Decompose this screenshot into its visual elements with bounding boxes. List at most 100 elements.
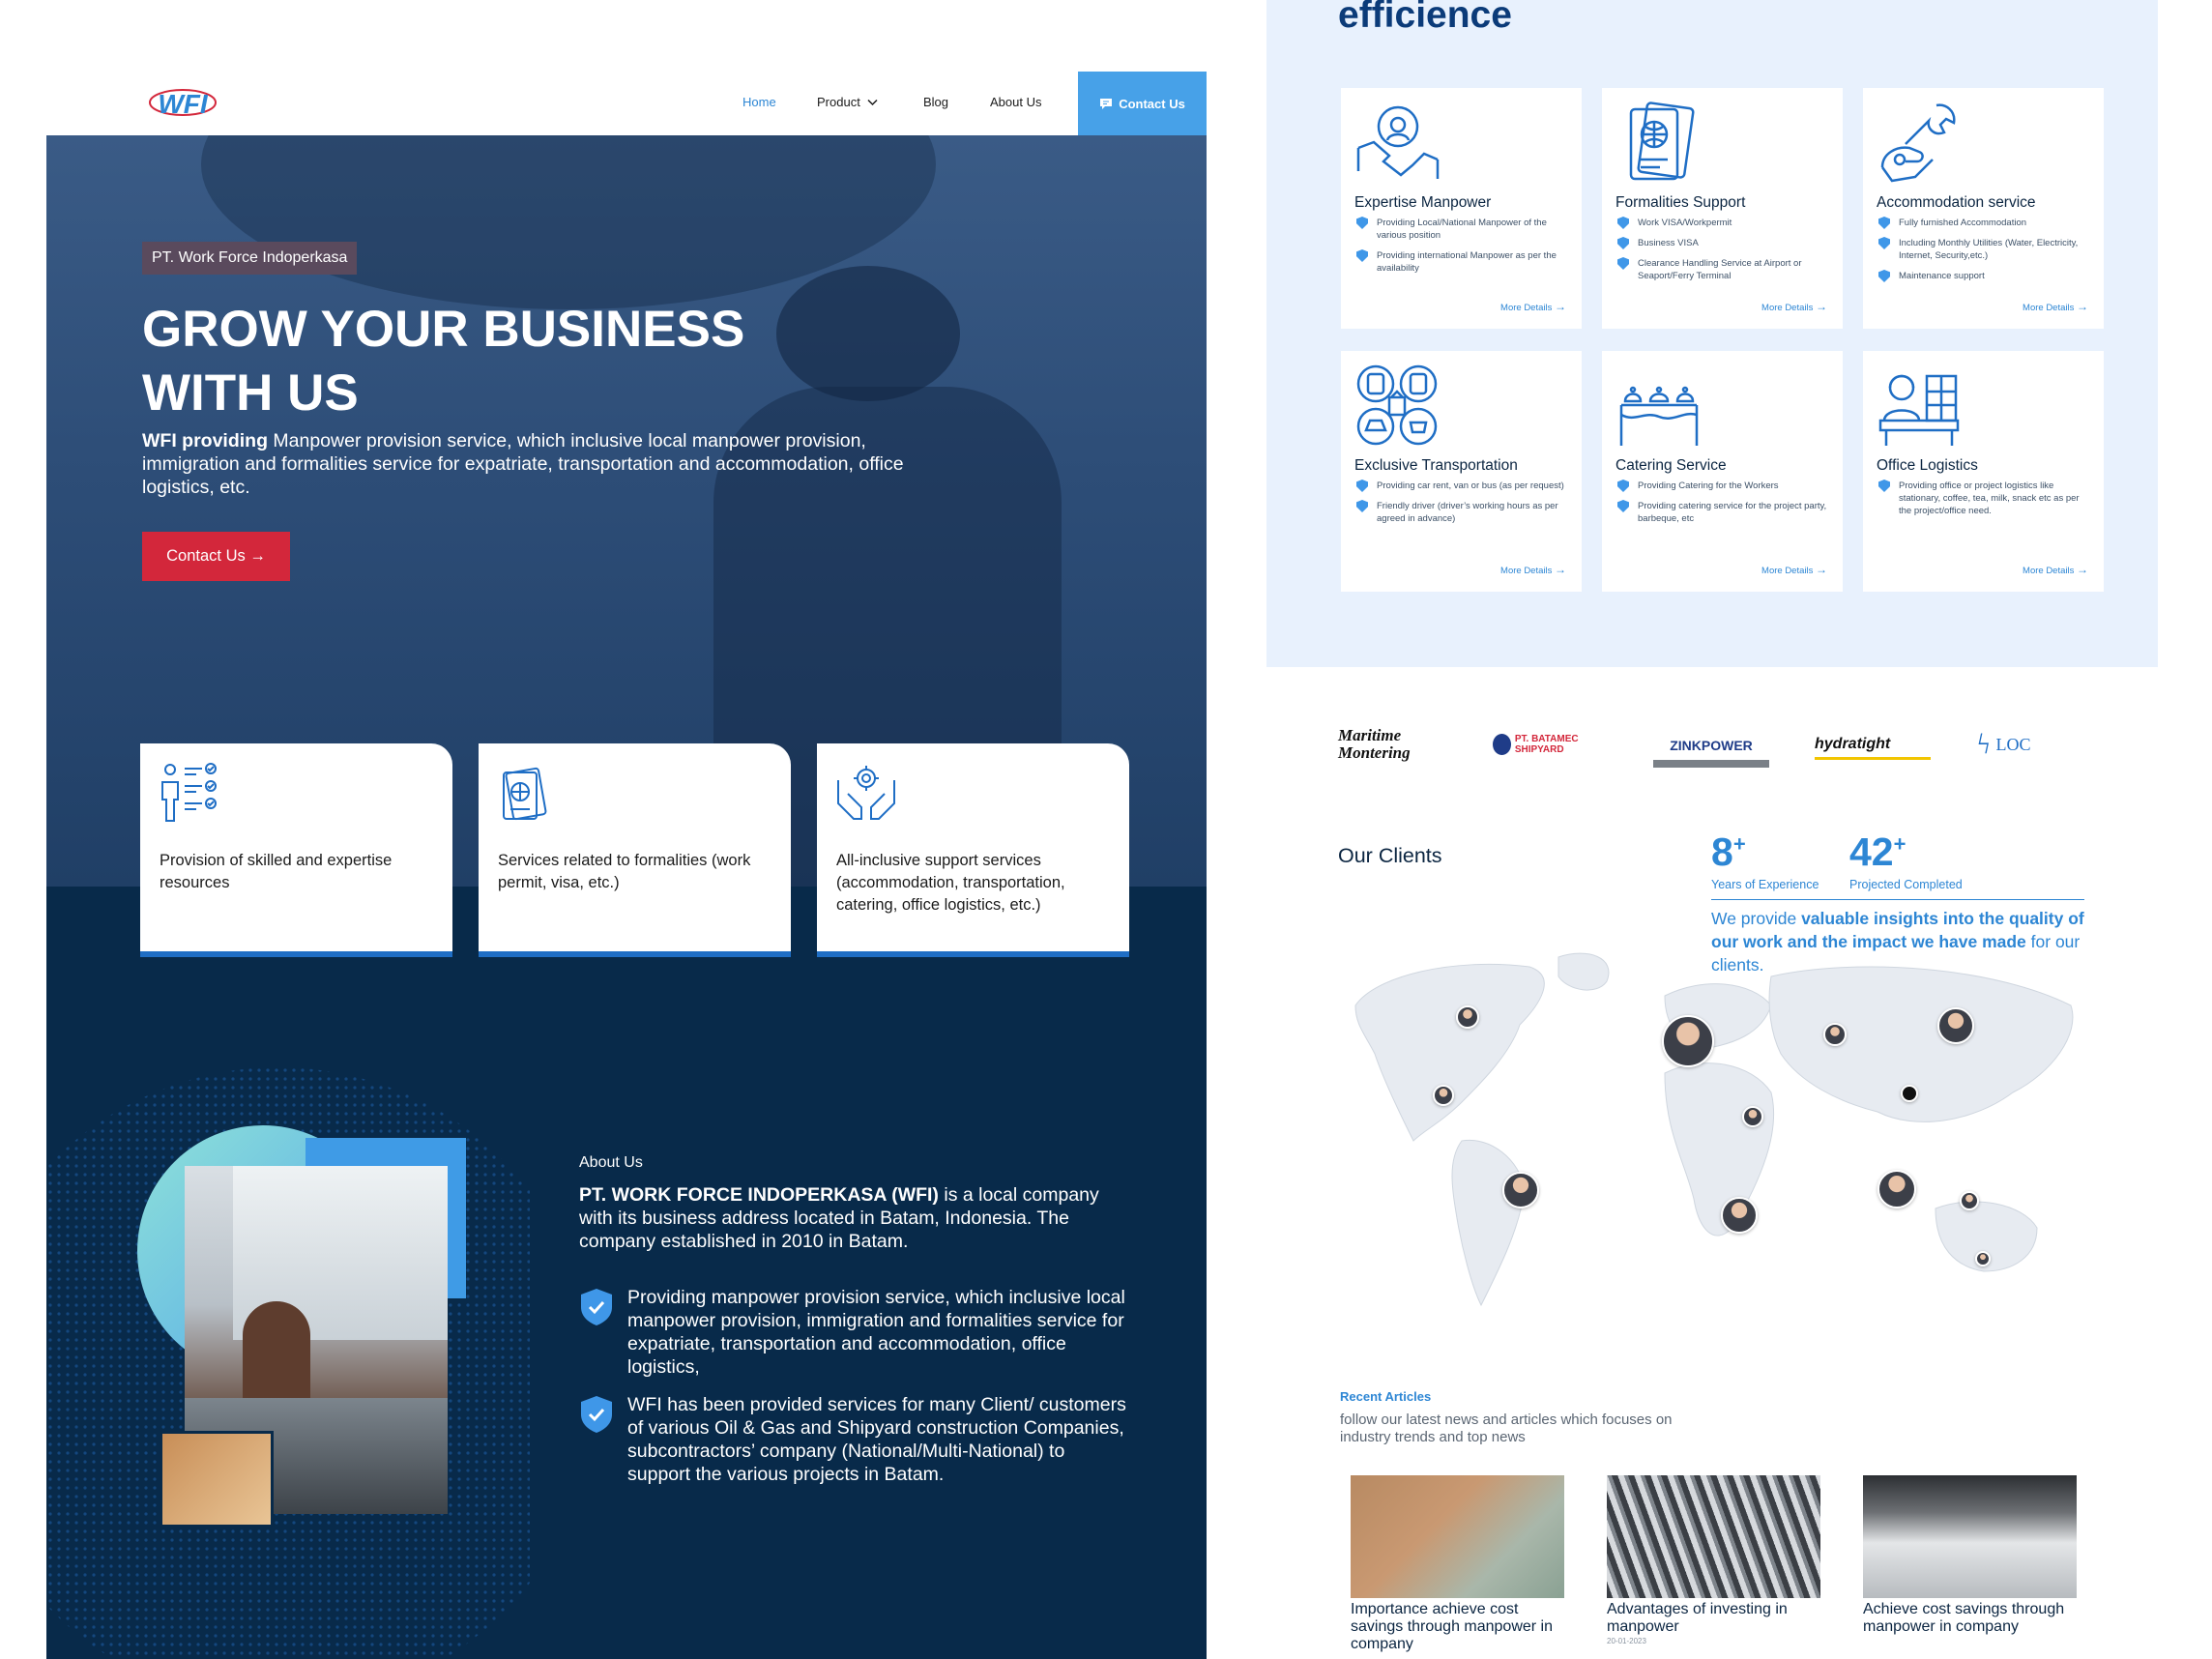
passport-icon [503, 767, 547, 821]
arrow-right-icon: → [2077, 300, 2088, 313]
passport-icon [1629, 102, 1695, 181]
service-card: Office Logistics Providing office or pro… [1863, 351, 2104, 592]
client-avatar[interactable] [1721, 1197, 1758, 1234]
feature-card: All-inclusive support services (accommod… [817, 743, 1129, 957]
hands-gear-icon [837, 766, 895, 820]
nav-home[interactable]: Home [742, 95, 776, 109]
hero-title: GROW YOUR BUSINESS WITH US [142, 301, 745, 422]
more-details-label: More Details [1761, 303, 1814, 313]
hero-badge: PT. Work Force Indoperkasa [142, 242, 358, 275]
service-points: Providing Local/National Manpower of the… [1354, 217, 1572, 282]
stats-divider [1711, 899, 2084, 900]
client-logo-loc[interactable]: ϟ LOC [1977, 717, 2093, 771]
shield-check-icon [581, 1396, 612, 1433]
more-details-link[interactable]: More Details → [1500, 563, 1566, 576]
client-logo-maritime[interactable]: Maritime Montering [1338, 717, 1452, 771]
article-card[interactable]: Advantages of investing in manpower 20-0… [1607, 1475, 1820, 1645]
service-point: Business VISA [1615, 237, 1833, 249]
contact-us-button[interactable]: Contact Us [1078, 72, 1207, 135]
about-point: Providing manpower provision service, wh… [579, 1286, 1130, 1379]
feature-text: Provision of skilled and expertise resou… [160, 852, 393, 891]
article-date: 20-01-2023 [1607, 1637, 1646, 1645]
client-avatar[interactable] [1456, 1005, 1479, 1029]
service-point: Clearance Handling Service at Airport or… [1615, 257, 1833, 282]
service-points: Providing car rent, van or bus (as per r… [1354, 480, 1572, 533]
bmc-badge [1493, 734, 1511, 755]
map-north-america [1354, 963, 1545, 1142]
service-point: Providing office or project logistics li… [1877, 480, 2094, 517]
more-details-link[interactable]: More Details → [2023, 300, 2088, 313]
our-clients-title: Our Clients [1338, 844, 1442, 867]
service-points: Providing office or project logistics li… [1877, 480, 2094, 525]
arrow-right-icon: → [2077, 563, 2088, 576]
contact-us-label: Contact Us [1119, 96, 1185, 111]
service-card: Exclusive Transportation Providing car r… [1341, 351, 1582, 592]
client-avatar[interactable] [1975, 1251, 1991, 1266]
arrow-right-icon: → [1816, 563, 1827, 576]
client-avatar[interactable] [1823, 1023, 1847, 1046]
hero-contact-button[interactable]: Contact Us → [142, 532, 290, 581]
wfi-logo[interactable]: WFI [147, 81, 218, 126]
feature-card: Provision of skilled and expertise resou… [140, 743, 452, 957]
loc-bolt-icon: ϟ [1977, 728, 1991, 760]
more-details-label: More Details [1500, 566, 1553, 576]
nav-about[interactable]: About Us [990, 95, 1041, 109]
more-details-link[interactable]: More Details → [2023, 563, 2088, 576]
service-point: Work VISA/Workpermit [1615, 217, 1833, 229]
client-avatar[interactable] [1742, 1106, 1763, 1127]
service-card: Accommodation service Fully furnished Ac… [1863, 88, 2104, 329]
service-card: Expertise Manpower Providing Local/Natio… [1341, 88, 1582, 329]
service-point: Fully furnished Accommodation [1877, 217, 2094, 229]
about-point-text: Providing manpower provision service, wh… [627, 1287, 1125, 1378]
map-asia [1768, 966, 2074, 1122]
arrow-right-icon: → [1555, 300, 1566, 313]
map-greenland [1557, 952, 1610, 991]
nav-product[interactable]: Product [817, 95, 878, 109]
map-south-america [1451, 1139, 1526, 1307]
feature-text: All-inclusive support services (accommod… [836, 852, 1065, 914]
client-avatar[interactable] [1901, 1085, 1918, 1102]
client-avatar[interactable] [1502, 1172, 1539, 1208]
client-avatar[interactable] [1433, 1085, 1454, 1106]
arrow-right-icon: → [1816, 300, 1827, 313]
about-point-text: WFI has been provided services for many … [627, 1394, 1126, 1485]
client-avatar[interactable] [1960, 1191, 1979, 1210]
client-logo-batamec[interactable]: PT. BATAMEC SHIPYARD [1493, 717, 1614, 771]
map-africa [1664, 1062, 1775, 1237]
about-company-bold: PT. WORK FORCE INDOPERKASA (WFI) [579, 1184, 939, 1206]
client-logo-hydratight[interactable]: hydratight [1815, 731, 1931, 760]
more-details-link[interactable]: More Details → [1761, 563, 1827, 576]
years-number: 8 [1711, 830, 1733, 874]
service-card: Formalities Support Work VISA/Workpermit… [1602, 88, 1843, 329]
nav-blog[interactable]: Blog [923, 95, 948, 109]
batamec-text: PT. BATAMEC SHIPYARD [1514, 734, 1579, 755]
handshake-gear-icon [1356, 105, 1440, 179]
article-image [1351, 1475, 1564, 1598]
article-card[interactable]: Achieve cost savings through manpower in… [1863, 1475, 2077, 1636]
article-card[interactable]: Importance achieve cost savings through … [1351, 1475, 1564, 1653]
service-points: Providing Catering for the Workers Provi… [1615, 480, 1833, 533]
client-avatar[interactable] [1877, 1170, 1916, 1208]
transport-icon [1356, 364, 1438, 446]
more-details-link[interactable]: More Details → [1761, 300, 1827, 313]
more-details-label: More Details [2023, 566, 2075, 576]
service-point: Maintenance support [1877, 270, 2094, 282]
logo-text: WFI [158, 89, 209, 119]
people-checklist-icon [161, 763, 217, 822]
more-details-link[interactable]: More Details → [1500, 300, 1566, 313]
about-small-photo [160, 1431, 274, 1528]
client-avatar[interactable] [1937, 1007, 1974, 1044]
more-details-label: More Details [2023, 303, 2075, 313]
service-title: Office Logistics [1877, 457, 1978, 474]
client-logo-zinkpower[interactable]: ZINKPOWER [1653, 731, 1769, 768]
service-title: Formalities Support [1615, 194, 1746, 211]
service-card: Catering Service Providing Catering for … [1602, 351, 1843, 592]
client-avatar[interactable] [1662, 1015, 1714, 1067]
more-details-label: More Details [1500, 303, 1553, 313]
article-title: Advantages of investing in manpower [1607, 1601, 1788, 1635]
wrench-hand-icon [1880, 103, 1956, 183]
chevron-down-icon [867, 99, 878, 106]
service-title: Accommodation service [1877, 194, 2036, 211]
service-title: Exclusive Transportation [1354, 457, 1518, 474]
service-point: Providing Catering for the Workers [1615, 480, 1833, 492]
